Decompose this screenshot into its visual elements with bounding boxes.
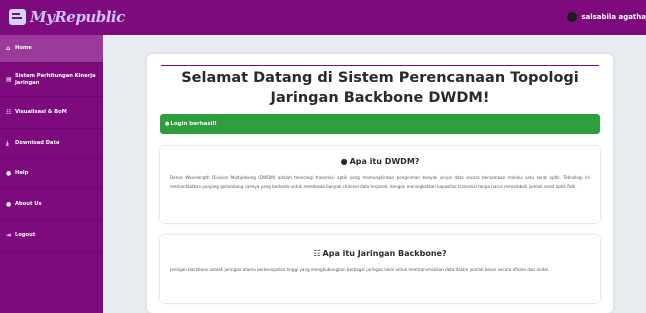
page-title: Selamat Datang di Sistem Perencanaan Top… (181, 70, 579, 106)
user-menu[interactable]: salsabila agatha (567, 12, 646, 22)
sidebar-item-label: Download Data (15, 140, 60, 146)
sidebar-item-label: Sistem Perhitungan Kinerja Jaringan (15, 72, 96, 86)
info-icon: ● (6, 200, 12, 208)
logo-text: MyRepublic (30, 8, 125, 26)
check-circle-icon: ● (165, 121, 170, 127)
section-backbone: ☷ Apa itu Jaringan Backbone? Jaringan ba… (160, 235, 600, 303)
sidebar-item-sistem-perhitungan[interactable]: ▤ Sistem Perhitungan Kinerja Jaringan (0, 63, 103, 97)
success-alert: ● Login berhasil! (160, 114, 600, 134)
download-icon: ⤓ (6, 139, 9, 147)
home-icon: ⌂ (6, 45, 11, 52)
sidebar-item-label: About Us (15, 200, 42, 207)
title-divider (161, 65, 599, 66)
network-icon: ☷ (6, 109, 12, 116)
user-name: salsabila agatha (581, 13, 646, 21)
section-title-text: Apa itu Jaringan Backbone? (322, 249, 447, 258)
sitemap-icon: ☷ (313, 249, 321, 258)
sidebar-item-visualisasi[interactable]: ☷ Visualisasi & BoM (0, 97, 103, 129)
sidebar-item-logout[interactable]: ⇥ Logout (0, 220, 103, 252)
section-title: ☷ Apa itu Jaringan Backbone? (160, 235, 600, 258)
sidebar: ⌂ Home ▤ Sistem Perhitungan Kinerja Jari… (0, 35, 103, 313)
logout-icon: ⇥ (6, 232, 12, 239)
help-icon: ● (6, 170, 12, 177)
sidebar-item-help[interactable]: ● Help (0, 159, 103, 189)
top-navbar: MyRepublic salsabila agatha (0, 0, 646, 35)
section-body: Dense Wavelength Division Multiplexing (… (170, 175, 590, 189)
sidebar-item-about[interactable]: ● About Us (0, 189, 103, 220)
sidebar-item-label: Logout (15, 232, 36, 238)
logo[interactable]: MyRepublic (9, 8, 125, 26)
main-card: Selamat Datang di Sistem Perencanaan Top… (147, 54, 613, 313)
section-dwdm: ● Apa itu DWDM? Dense Wavelength Divisio… (160, 146, 600, 223)
logo-icon (9, 9, 26, 25)
sidebar-item-download[interactable]: ⤓ Download Data (0, 129, 103, 159)
section-title-text: Apa itu DWDM? (349, 157, 420, 166)
section-title: ● Apa itu DWDM? (160, 146, 600, 166)
sidebar-item-home[interactable]: ⌂ Home (0, 35, 103, 63)
section-body: Jaringan backbone adalah jaringan utama … (170, 267, 550, 272)
avatar-icon (567, 12, 578, 22)
sidebar-item-label: Visualisasi & BoM (15, 109, 67, 115)
sidebar-item-label: Home (15, 45, 32, 51)
sidebar-item-label: Help (15, 170, 29, 176)
document-icon: ▤ (6, 76, 12, 83)
alert-text: Login berhasil! (170, 121, 217, 127)
lightbulb-icon: ● (340, 157, 348, 166)
